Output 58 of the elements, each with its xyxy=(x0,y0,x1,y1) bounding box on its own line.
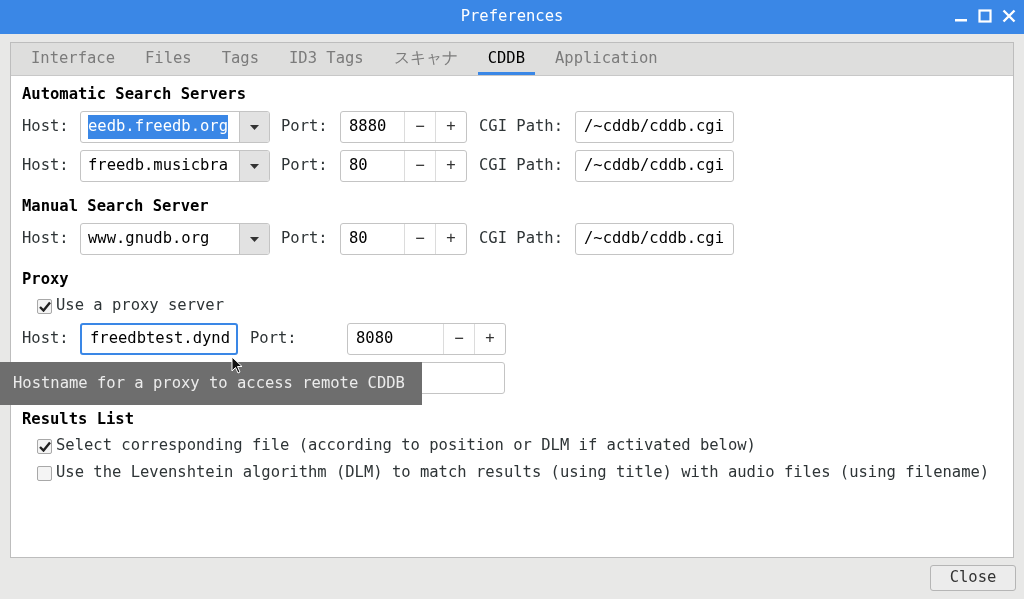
decrement-button[interactable]: − xyxy=(404,151,435,181)
increment-button[interactable]: + xyxy=(435,224,466,254)
port-value: 8880 xyxy=(348,116,388,138)
cgi-path-label: CGI Path: xyxy=(479,228,564,250)
port-label: Port: xyxy=(281,155,329,177)
host-value: www.gnudb.org xyxy=(88,228,210,250)
mouse-pointer-icon xyxy=(231,356,243,374)
window-title: Preferences xyxy=(460,6,564,28)
decrement-button[interactable]: − xyxy=(443,324,474,354)
checkbox[interactable] xyxy=(37,465,52,481)
tooltip: Hostname for a proxy to access remote CDDB xyxy=(0,362,422,405)
proxy-host-field[interactable]: freedbtest.dynd xyxy=(80,323,238,355)
increment-button[interactable]: + xyxy=(474,324,505,354)
cgi-path-field[interactable]: /~cddb/cddb.cgi xyxy=(575,223,734,255)
close-button[interactable]: Close xyxy=(930,565,1016,591)
close-icon[interactable] xyxy=(1002,9,1016,23)
maximize-icon[interactable] xyxy=(978,9,992,23)
port-spinbox[interactable]: 80 − + xyxy=(340,223,467,255)
port-spinbox[interactable]: 8880 − + xyxy=(340,111,467,143)
checkbox-label: Select corresponding file (according to position or DLM if activated below) xyxy=(56,435,756,457)
decrement-button[interactable]: − xyxy=(404,224,435,254)
port-label: Port: xyxy=(281,116,329,138)
port-spinbox[interactable]: 8080 − + xyxy=(347,323,506,355)
dropdown-arrow-icon xyxy=(250,236,259,242)
dropdown-arrow-icon xyxy=(250,163,259,169)
checkbox[interactable] xyxy=(37,438,52,454)
checkmark-icon xyxy=(38,440,51,452)
host-label: Host: xyxy=(22,328,70,350)
cgi-path-field[interactable]: /~cddb/cddb.cgi xyxy=(575,150,734,182)
dropdown-arrow-icon xyxy=(250,124,259,130)
host-combobox[interactable]: www.gnudb.org xyxy=(80,223,270,255)
cgi-path-label: CGI Path: xyxy=(479,116,564,138)
port-value: 80 xyxy=(348,155,369,177)
host-label: Host: xyxy=(22,155,70,177)
port-value: 8080 xyxy=(355,328,395,350)
host-label: Host: xyxy=(22,228,70,250)
host-combobox[interactable]: eedb.freedb.org xyxy=(80,111,270,143)
section-heading: Automatic Search Servers xyxy=(22,84,247,106)
host-combobox[interactable]: freedb.musicbra xyxy=(80,150,270,182)
host-value: freedb.musicbra xyxy=(88,155,228,177)
increment-button[interactable]: + xyxy=(435,112,466,142)
host-label: Host: xyxy=(22,116,70,138)
decrement-button[interactable]: − xyxy=(404,112,435,142)
checkmark-icon xyxy=(38,300,51,312)
increment-button[interactable]: + xyxy=(435,151,466,181)
host-value: eedb.freedb.org xyxy=(88,115,228,139)
section-heading: Proxy xyxy=(22,269,70,291)
checkbox[interactable] xyxy=(37,298,52,314)
port-label: Port: xyxy=(281,228,329,250)
section-heading: Results List xyxy=(22,409,135,431)
port-value: 80 xyxy=(348,228,369,250)
section-heading: Manual Search Server xyxy=(22,196,210,218)
checkbox-label: Use the Levenshtein algorithm (DLM) to match results (using title) with audio files (using filename) xyxy=(56,462,990,484)
port-label: Port: xyxy=(250,328,298,350)
checkbox-label: Use a proxy server xyxy=(56,295,224,317)
port-spinbox[interactable]: 80 − + xyxy=(340,150,467,182)
cgi-path-field[interactable]: /~cddb/cddb.cgi xyxy=(575,111,734,143)
cgi-path-label: CGI Path: xyxy=(479,155,564,177)
